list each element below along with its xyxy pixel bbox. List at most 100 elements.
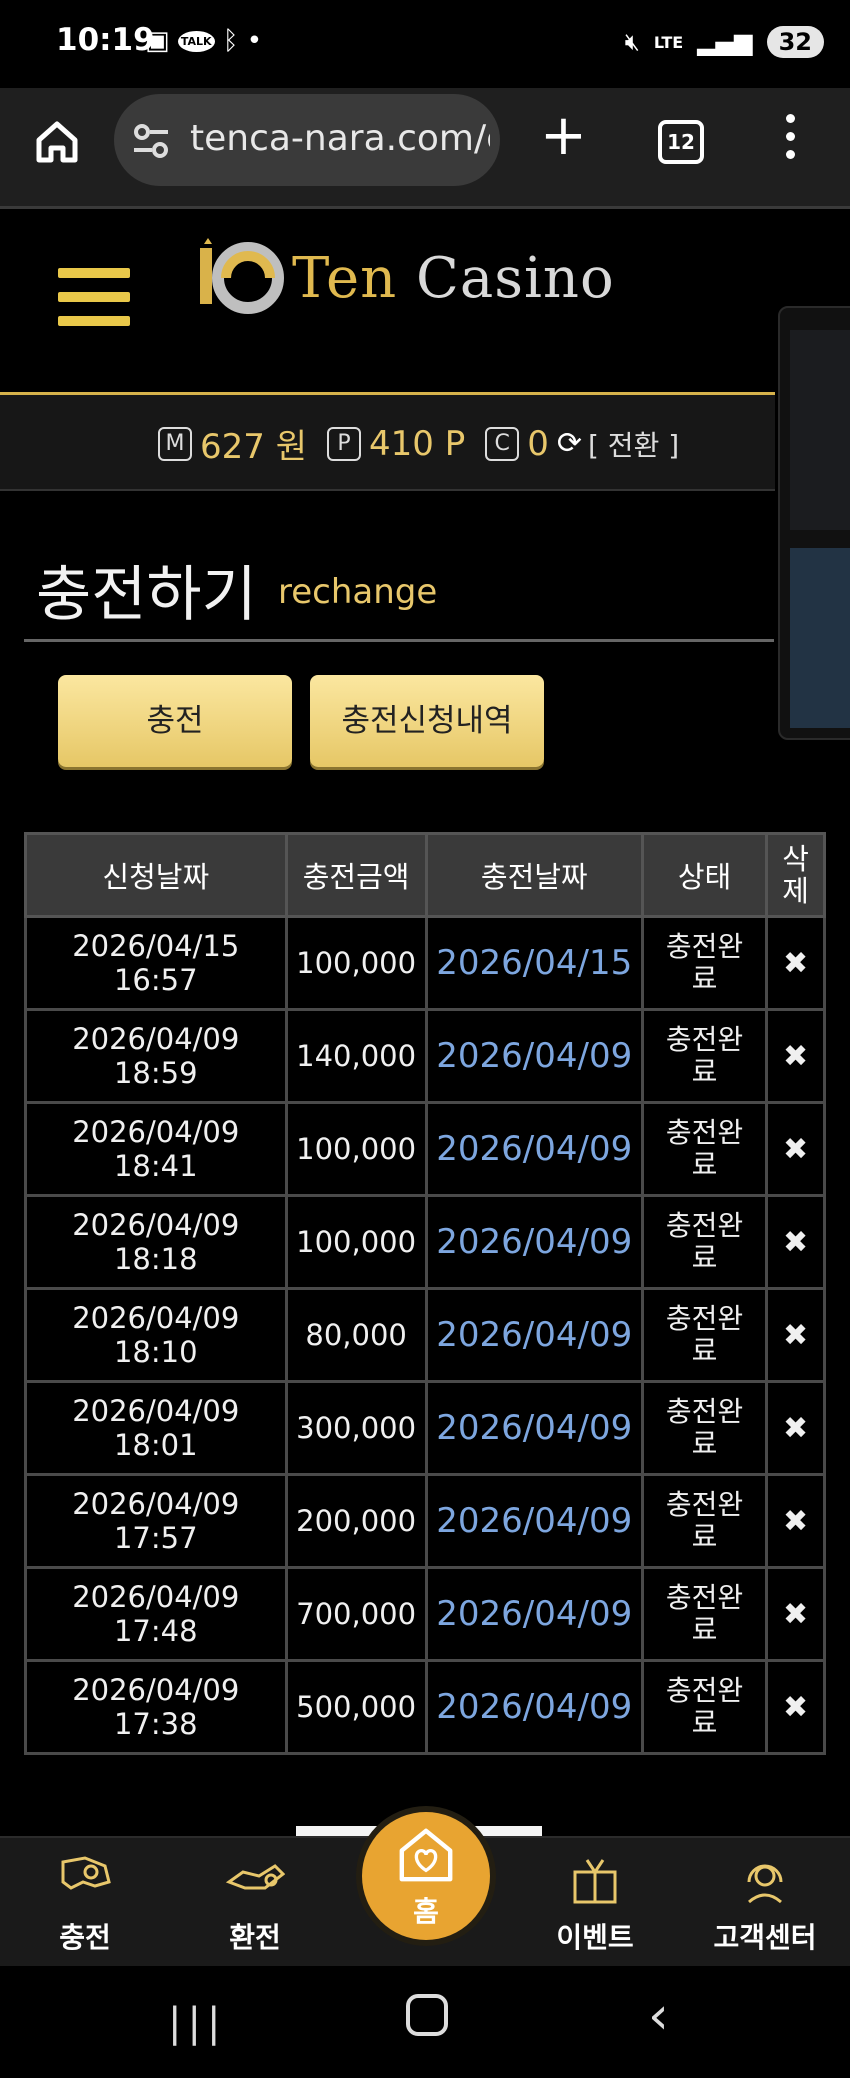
point-icon: P	[326, 426, 361, 461]
table-row: 2026/04/09 17:38 500,000 2026/04/09 충전완 료 ✖	[24, 1659, 826, 1755]
delete-icon[interactable]: ✖	[765, 1008, 826, 1104]
request-datetime: 2026/04/09 17:57	[24, 1473, 288, 1569]
delete-icon[interactable]: ✖	[765, 1473, 826, 1569]
hamburger-menu-icon[interactable]	[58, 268, 130, 340]
side-video-thumbnail[interactable]	[778, 306, 850, 740]
nav-event[interactable]: 이벤트	[540, 1838, 650, 1956]
address-bar[interactable]: tenca-nara.com/c	[114, 94, 500, 186]
logo-text: Ten Casino	[292, 245, 615, 311]
convert-button[interactable]: [ 전환 ]	[588, 424, 679, 464]
status-cell: 충전완 료	[640, 1380, 769, 1476]
charge-amount: 200,000	[284, 1473, 428, 1569]
delete-icon[interactable]: ✖	[765, 1659, 826, 1755]
header-delete: 삭제	[765, 832, 826, 918]
table-row: 2026/04/09 17:48 700,000 2026/04/09 충전완 료 ✖	[24, 1566, 826, 1662]
delete-icon[interactable]: ✖	[765, 915, 826, 1011]
more-menu-icon[interactable]	[786, 114, 796, 168]
charge-date: 2026/04/09	[424, 1473, 644, 1569]
status-cell: 충전완 료	[640, 1287, 769, 1383]
table-row: 2026/04/09 17:57 200,000 2026/04/09 충전완 료 ✖	[24, 1473, 826, 1569]
status-cell: 충전완 료	[640, 1473, 769, 1569]
nav-support[interactable]: 고객센터	[710, 1838, 820, 1956]
page-subtitle: rechange	[278, 572, 438, 612]
logo-mark-icon	[200, 238, 284, 314]
nav-exchange[interactable]: 환전	[200, 1838, 310, 1956]
request-datetime: 2026/04/09 18:10	[24, 1287, 288, 1383]
table-row: 2026/04/09 18:59 140,000 2026/04/09 충전완 료 ✖	[24, 1008, 826, 1104]
bluetooth-icon: ᛒ	[222, 26, 239, 56]
request-datetime: 2026/04/09 18:59	[24, 1008, 288, 1104]
table-row: 2026/04/09 18:18 100,000 2026/04/09 충전완 료 ✖	[24, 1194, 826, 1290]
coin-icon: C	[485, 426, 520, 461]
status-cell: 충전완 료	[640, 915, 769, 1011]
charge-history-button[interactable]: 충전신청내역	[310, 675, 544, 767]
nav-charge[interactable]: 충전	[30, 1838, 140, 1956]
home-icon[interactable]	[34, 118, 80, 164]
page-title: 충전하기	[36, 560, 257, 630]
signal-icon: ▂▄▆	[697, 28, 753, 56]
title-divider	[24, 639, 774, 642]
charge-date: 2026/04/09	[424, 1566, 644, 1662]
coin-balance: 0	[527, 423, 549, 464]
tab-switcher-button[interactable]: 12	[658, 120, 704, 164]
charge-date: 2026/04/09	[424, 1194, 644, 1290]
charge-amount: 80,000	[284, 1287, 428, 1383]
charge-amount: 100,000	[284, 915, 428, 1011]
status-cell: 충전완 료	[640, 1101, 769, 1197]
nav-support-label: 고객센터	[713, 1921, 817, 1954]
home-system-icon[interactable]	[406, 1994, 448, 2036]
url-text[interactable]: tenca-nara.com/c	[190, 118, 490, 159]
nav-event-label: 이벤트	[556, 1921, 634, 1954]
status-notification-icons: ▣ TALK ᛒ •	[145, 26, 262, 56]
charge-amount: 500,000	[284, 1659, 428, 1755]
system-navigation-bar: ||| ‹	[0, 1966, 850, 2078]
charge-history-table: 신청날짜 충전금액 충전날짜 상태 삭제 2026/04/15 16:57 100,…	[24, 832, 826, 1755]
screenshot-icon: ▣	[145, 26, 170, 56]
point-balance: 410 P	[368, 423, 466, 464]
header-status: 상태	[640, 832, 769, 918]
mute-icon: 🔇︎	[624, 28, 640, 56]
status-cell: 충전완 료	[640, 1659, 769, 1755]
charge-amount: 300,000	[284, 1380, 428, 1476]
dot-icon: •	[246, 26, 263, 56]
nav-home[interactable]: 홈	[356, 1806, 496, 1946]
status-cell: 충전완 료	[640, 1566, 769, 1662]
nav-exchange-label: 환전	[229, 1921, 281, 1954]
site-logo[interactable]: Ten Casino	[196, 238, 615, 318]
charge-date: 2026/04/09	[424, 1101, 644, 1197]
gift-icon	[573, 1859, 617, 1904]
delete-icon[interactable]: ✖	[765, 1566, 826, 1662]
charge-button[interactable]: 충전	[58, 675, 292, 767]
site-settings-icon[interactable]	[132, 122, 170, 160]
charge-date: 2026/04/09	[424, 1008, 644, 1104]
recent-apps-icon[interactable]: |||	[168, 2000, 226, 2046]
headset-icon	[747, 1864, 783, 1904]
status-cell: 충전완 료	[640, 1008, 769, 1104]
nav-charge-label: 충전	[59, 1921, 111, 1954]
balance-bar: M 627 원 P 410 P C 0 ⟳ [ 전환 ]	[0, 392, 775, 491]
delete-icon[interactable]: ✖	[765, 1287, 826, 1383]
exchange-hand-icon	[225, 1864, 285, 1890]
charge-hand-icon	[61, 1856, 111, 1890]
status-bar: 10:19 ▣ TALK ᛒ • 🔇︎ LTE ▂▄▆ 32	[0, 0, 850, 88]
new-tab-icon[interactable]: +	[540, 108, 587, 164]
home-heart-icon	[399, 1828, 453, 1882]
charge-date: 2026/04/09	[424, 1287, 644, 1383]
request-datetime: 2026/04/09 18:01	[24, 1380, 288, 1476]
status-time: 10:19	[56, 22, 155, 58]
request-datetime: 2026/04/09 17:48	[24, 1566, 288, 1662]
money-icon: M	[158, 426, 192, 461]
request-datetime: 2026/04/09 18:18	[24, 1194, 288, 1290]
delete-icon[interactable]: ✖	[765, 1101, 826, 1197]
table-row: 2026/04/09 18:01 300,000 2026/04/09 충전완 료 ✖	[24, 1380, 826, 1476]
delete-icon[interactable]: ✖	[765, 1194, 826, 1290]
table-row: 2026/04/09 18:41 100,000 2026/04/09 충전완 료 ✖	[24, 1101, 826, 1197]
header-request-date: 신청날짜	[24, 832, 288, 918]
back-icon[interactable]: ‹	[648, 1986, 669, 2046]
refresh-icon[interactable]: ⟳	[557, 426, 582, 461]
charge-amount: 140,000	[284, 1008, 428, 1104]
status-cell: 충전완 료	[640, 1194, 769, 1290]
delete-icon[interactable]: ✖	[765, 1380, 826, 1476]
charge-amount: 700,000	[284, 1566, 428, 1662]
charge-date: 2026/04/15	[424, 915, 644, 1011]
